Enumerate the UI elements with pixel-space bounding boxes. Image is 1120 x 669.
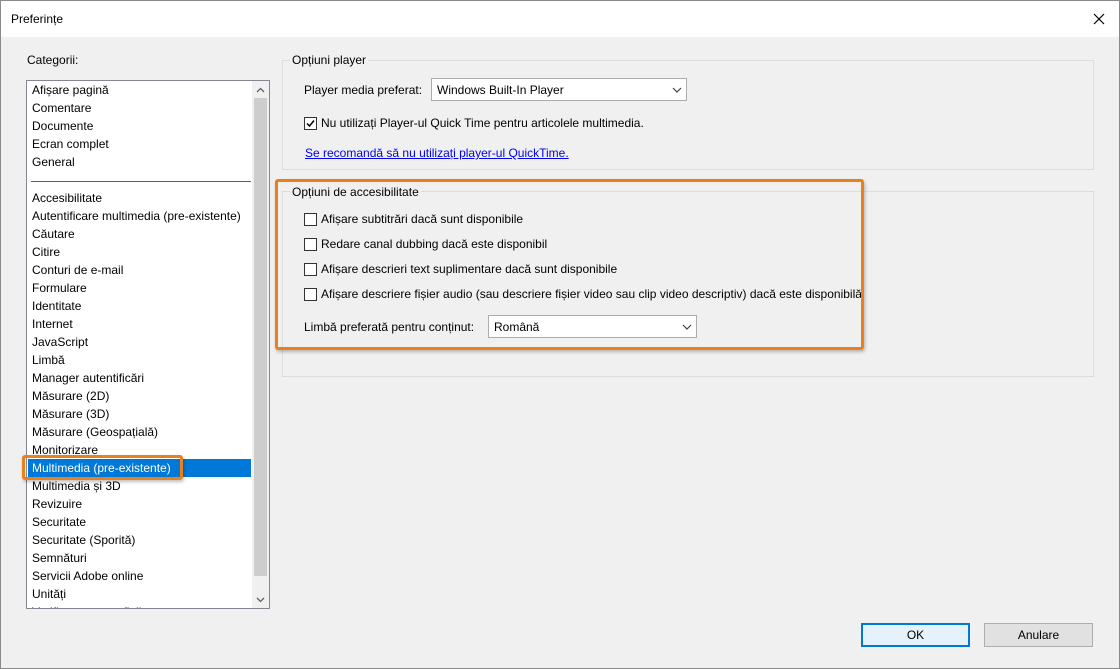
text-descriptions-checkbox[interactable] bbox=[304, 262, 317, 276]
quicktime-checkbox[interactable] bbox=[304, 116, 317, 130]
category-item[interactable]: Măsurare (3D) bbox=[28, 405, 251, 423]
player-options-title: Opțiuni player bbox=[290, 53, 369, 67]
category-item[interactable]: Multimedia (pre-existente) bbox=[28, 459, 251, 477]
content-language-value: Română bbox=[494, 320, 540, 334]
quicktime-recommendation-link[interactable]: Se recomandă să nu utilizați player-ul Q… bbox=[305, 146, 569, 160]
category-item[interactable]: Verificare ortografică bbox=[28, 603, 251, 608]
category-item[interactable]: Formulare bbox=[28, 279, 251, 297]
chevron-down-icon bbox=[668, 79, 686, 100]
category-item[interactable]: Documente bbox=[28, 117, 251, 135]
category-item[interactable]: Revizuire bbox=[28, 495, 251, 513]
category-item[interactable]: Servicii Adobe online bbox=[28, 567, 251, 585]
preferences-dialog: Preferințe Categorii: Afișare pagină Come… bbox=[0, 0, 1120, 669]
audio-description-checkbox-label: Afișare descriere fișier audio (sau desc… bbox=[321, 287, 862, 301]
category-item[interactable]: Unități bbox=[28, 585, 251, 603]
scroll-thumb[interactable] bbox=[254, 98, 267, 576]
quicktime-checkbox-label: Nu utilizați Player-ul Quick Time pentru… bbox=[321, 116, 644, 130]
category-item[interactable]: Accesibilitate bbox=[28, 189, 251, 207]
cancel-button-label: Anulare bbox=[1017, 628, 1060, 642]
category-item[interactable]: JavaScript bbox=[28, 333, 251, 351]
subtitles-checkbox-label: Afișare subtitrări dacă sunt disponibile bbox=[321, 212, 524, 226]
category-item[interactable]: Monitorizare bbox=[28, 441, 251, 459]
category-item[interactable]: Multimedia și 3D bbox=[28, 477, 251, 495]
ok-button-label: OK bbox=[906, 628, 925, 642]
window-title: Preferințe bbox=[11, 12, 64, 26]
dubbing-checkbox[interactable] bbox=[304, 237, 317, 251]
category-item[interactable]: Măsurare (Geospațială) bbox=[28, 423, 251, 441]
category-item[interactable]: General bbox=[28, 153, 251, 171]
category-item[interactable]: Ecran complet bbox=[28, 135, 251, 153]
subtitles-checkbox[interactable] bbox=[304, 212, 317, 226]
text-descriptions-checkbox-label: Afișare descrieri text suplimentare dacă… bbox=[321, 262, 618, 276]
category-item[interactable]: Afișare pagină bbox=[28, 81, 251, 99]
content-language-dropdown[interactable]: Română bbox=[488, 315, 697, 338]
categories-label: Categorii: bbox=[27, 53, 79, 67]
close-button[interactable] bbox=[1089, 9, 1109, 29]
media-player-label: Player media preferat: bbox=[304, 83, 423, 97]
category-item[interactable]: Comentare bbox=[28, 99, 251, 117]
dubbing-checkbox-label: Redare canal dubbing dacă este disponibi… bbox=[321, 237, 548, 251]
dubbing-checkbox-row[interactable]: Redare canal dubbing dacă este disponibi… bbox=[304, 237, 547, 251]
categories-separator bbox=[31, 181, 251, 182]
category-item[interactable]: Conturi de e-mail bbox=[28, 261, 251, 279]
category-item[interactable]: Securitate (Sporită) bbox=[28, 531, 251, 549]
audio-description-checkbox-row[interactable]: Afișare descriere fișier audio (sau desc… bbox=[304, 287, 862, 301]
ok-button[interactable]: OK bbox=[861, 623, 970, 647]
category-item[interactable]: Măsurare (2D) bbox=[28, 387, 251, 405]
audio-description-checkbox[interactable] bbox=[304, 287, 317, 301]
close-icon bbox=[1093, 13, 1105, 25]
categories-scrollbar[interactable] bbox=[252, 81, 269, 608]
scroll-up-button[interactable] bbox=[252, 81, 269, 98]
chevron-down-icon bbox=[256, 597, 265, 602]
category-item[interactable]: Semnături bbox=[28, 549, 251, 567]
category-item[interactable]: Căutare bbox=[28, 225, 251, 243]
categories-list[interactable]: Afișare pagină Comentare Documente Ecran co… bbox=[26, 80, 270, 609]
content-language-label: Limbă preferată pentru conținut: bbox=[304, 320, 475, 334]
category-item[interactable]: Citire bbox=[28, 243, 251, 261]
category-item[interactable]: Manager autentificări bbox=[28, 369, 251, 387]
checkmark-icon bbox=[306, 119, 315, 127]
accessibility-options-title: Opțiuni de accesibilitate bbox=[290, 185, 421, 199]
cancel-button[interactable]: Anulare bbox=[984, 623, 1093, 647]
media-player-dropdown[interactable]: Windows Built-In Player bbox=[431, 78, 687, 101]
title-bar: Preferințe bbox=[1, 1, 1119, 37]
media-player-value: Windows Built-In Player bbox=[437, 83, 564, 97]
text-descriptions-checkbox-row[interactable]: Afișare descrieri text suplimentare dacă… bbox=[304, 262, 617, 276]
category-item[interactable]: Limbă bbox=[28, 351, 251, 369]
subtitles-checkbox-row[interactable]: Afișare subtitrări dacă sunt disponibile bbox=[304, 212, 523, 226]
scroll-down-button[interactable] bbox=[252, 591, 269, 608]
category-item[interactable]: Identitate bbox=[28, 297, 251, 315]
category-item[interactable]: Autentificare multimedia (pre-existente) bbox=[28, 207, 251, 225]
chevron-up-icon bbox=[256, 87, 265, 92]
edge-mark bbox=[1116, 239, 1119, 247]
category-item[interactable]: Securitate bbox=[28, 513, 251, 531]
category-item[interactable]: Internet bbox=[28, 315, 251, 333]
quicktime-checkbox-row[interactable]: Nu utilizați Player-ul Quick Time pentru… bbox=[304, 116, 644, 130]
chevron-down-icon bbox=[678, 316, 696, 337]
